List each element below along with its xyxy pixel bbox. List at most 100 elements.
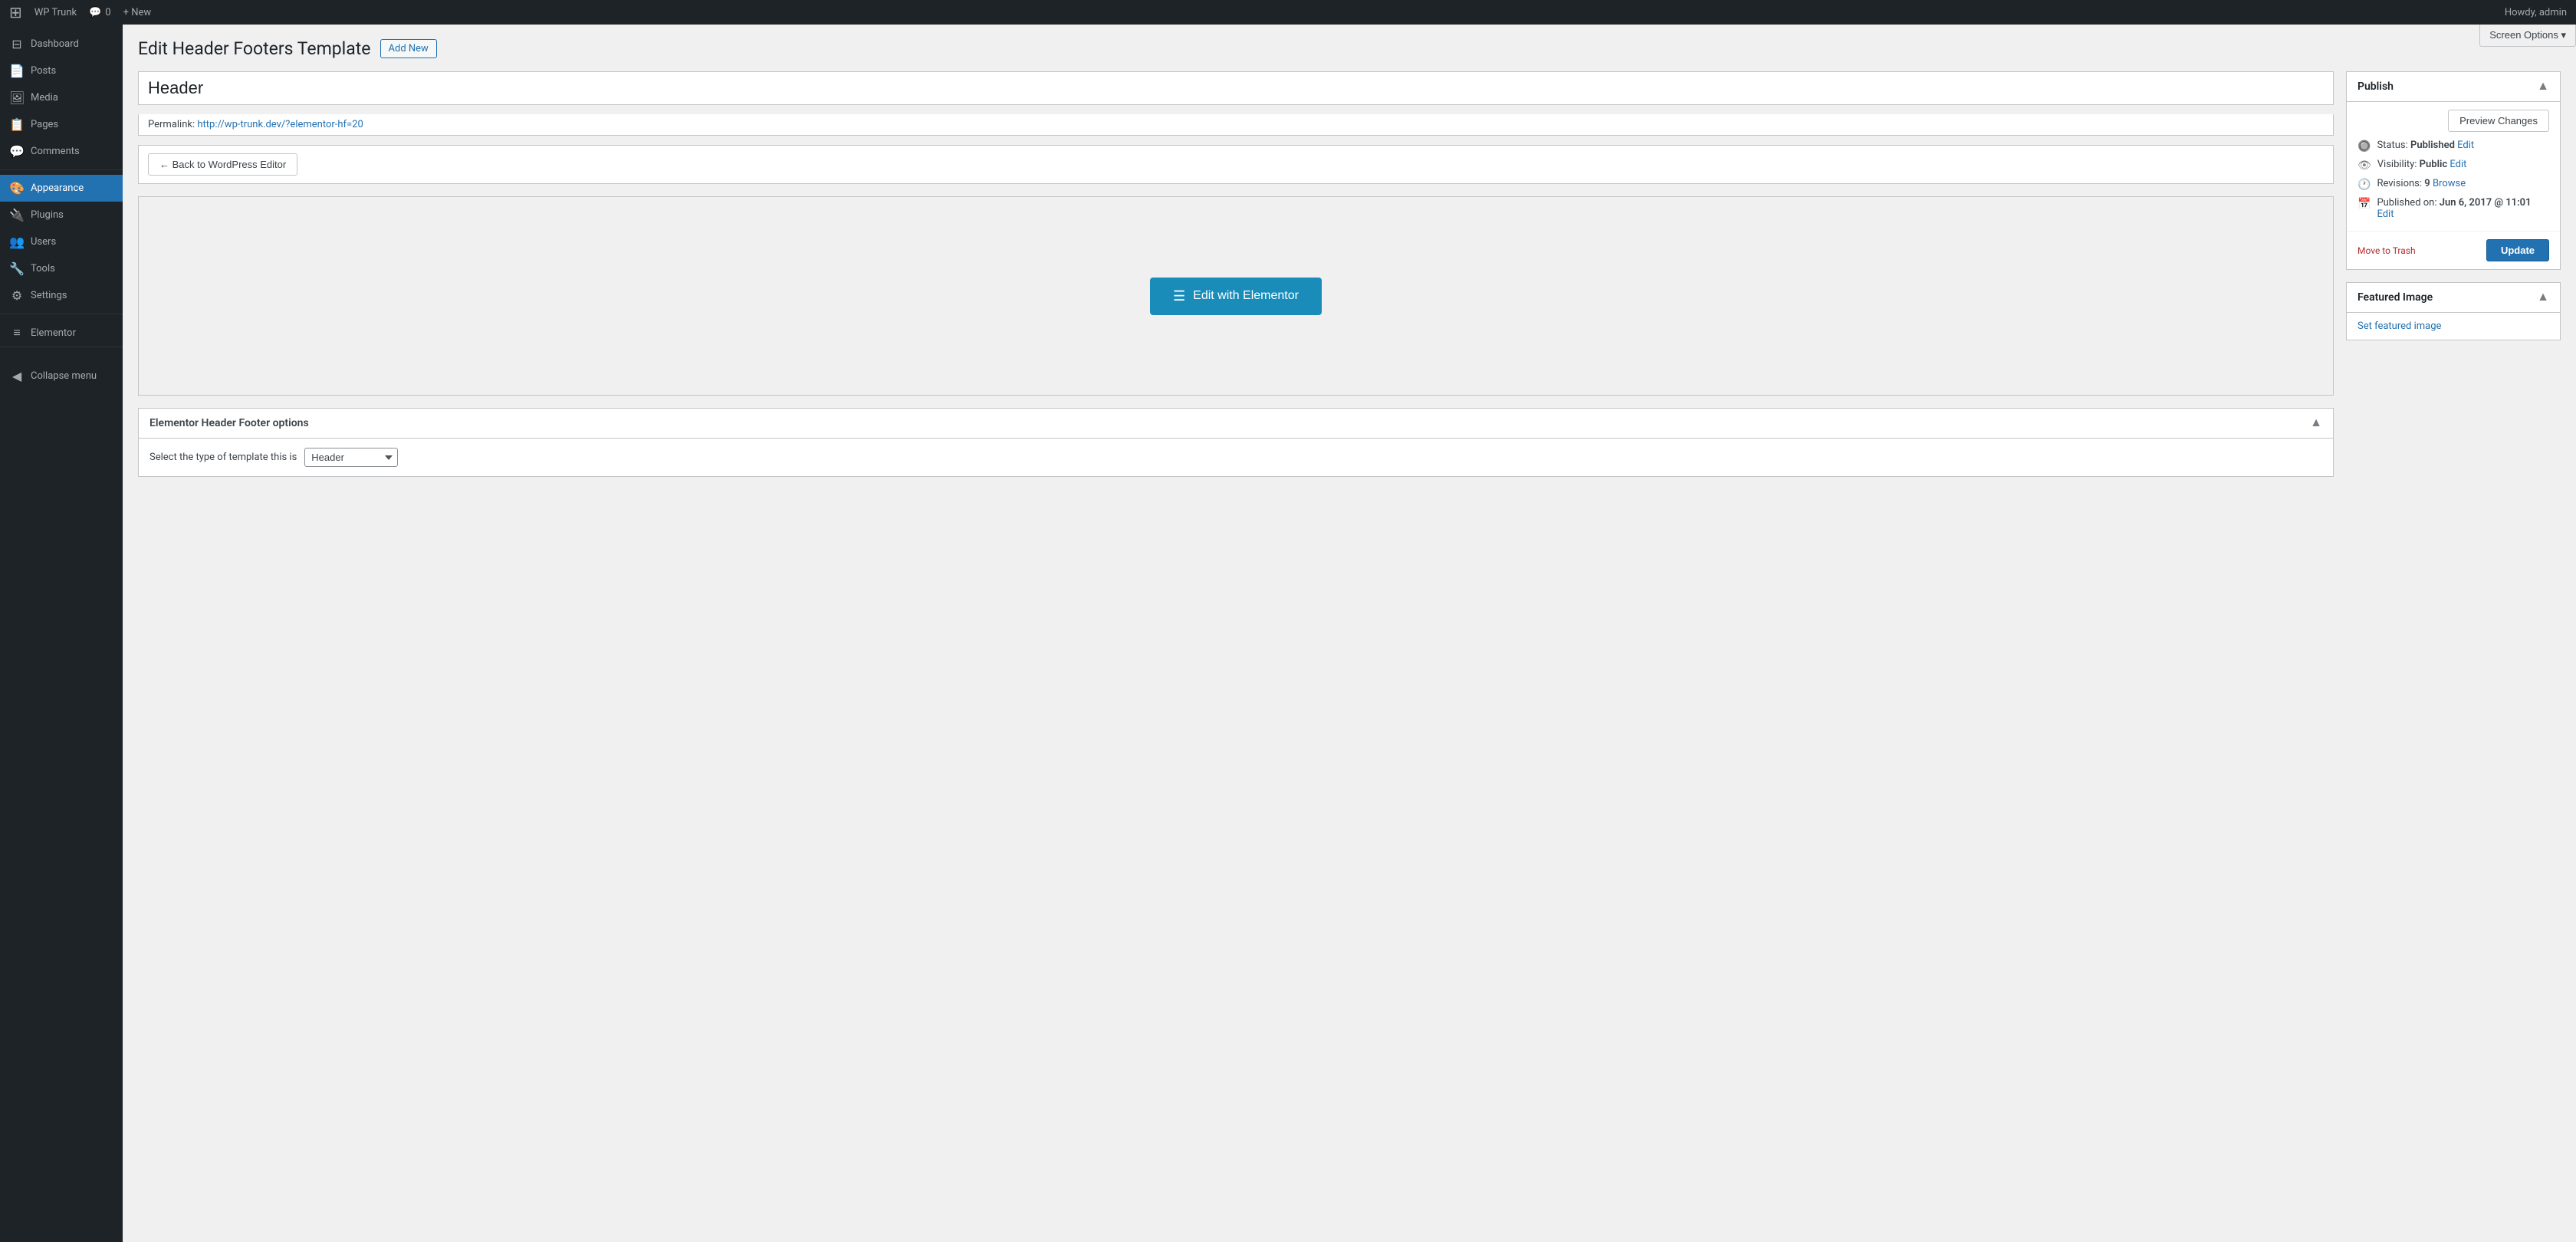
post-body-content: Permalink: http://wp-trunk.dev/?elemento…: [138, 71, 2334, 489]
sidebar-item-label: Plugins: [31, 209, 64, 221]
adminbar-new[interactable]: + New: [123, 7, 152, 18]
sidebar-item-label: Appearance: [31, 182, 84, 194]
revisions-icon: 🕐: [2358, 179, 2371, 191]
sidebar-item-label: Dashboard: [31, 38, 79, 50]
publish-status-row: 🔘 Status: Published Edit: [2358, 140, 2549, 153]
hf-options-body: Select the type of template this is Head…: [139, 439, 2333, 476]
adminbar-comments[interactable]: 💬 0: [89, 7, 111, 18]
update-button[interactable]: Update: [2486, 239, 2549, 261]
hf-options-header[interactable]: Elementor Header Footer options ▲: [139, 409, 2333, 439]
revisions-value: 9: [2424, 178, 2430, 189]
collapse-menu-label: Collapse menu: [31, 370, 97, 382]
publish-box-title: Publish: [2358, 80, 2394, 93]
sidebar-item-plugins[interactable]: 🔌 Plugins: [0, 202, 123, 228]
published-edit-link[interactable]: Edit: [2377, 209, 2394, 220]
collapse-icon: ◀: [9, 369, 25, 383]
plugins-icon: 🔌: [9, 208, 25, 222]
users-icon: 👥: [9, 235, 25, 249]
edit-with-elementor-button[interactable]: ☰ Edit with Elementor: [1150, 278, 1322, 315]
publish-actions: Preview Changes 🔘 Status: Published Edit: [2347, 102, 2560, 228]
revisions-browse-link[interactable]: Browse: [2433, 178, 2466, 189]
sidebar-item-media[interactable]: 🖼 Media: [0, 84, 123, 111]
elementor-btn-icon: ☰: [1173, 288, 1185, 304]
publish-bottom-bar: Move to Trash Update: [2347, 231, 2560, 269]
publish-box: Publish ▲ Preview Changes 🔘 Status: Publ…: [2346, 71, 2561, 270]
sidebar-item-comments[interactable]: 💬 Comments: [0, 138, 123, 165]
featured-image-title: Featured Image: [2358, 291, 2433, 304]
hf-select-label: Select the type of template this is: [150, 452, 297, 463]
sidebar-item-label: Users: [31, 236, 56, 248]
status-value: Published: [2410, 140, 2455, 151]
settings-icon: ⚙: [9, 288, 25, 303]
status-edit-link[interactable]: Edit: [2457, 140, 2474, 151]
published-value: Jun 6, 2017 @ 11:01: [2440, 197, 2532, 209]
visibility-edit-link[interactable]: Edit: [2450, 159, 2466, 170]
move-to-trash-link[interactable]: Move to Trash: [2358, 245, 2416, 256]
elementor-preview-area: ☰ Edit with Elementor: [138, 196, 2334, 396]
sidebar-item-label: Posts: [31, 65, 56, 77]
publish-visibility-row: 👁 Visibility: Public Edit: [2358, 159, 2549, 172]
preview-changes-button[interactable]: Preview Changes: [2448, 110, 2549, 132]
sidebar-item-dashboard[interactable]: ⊟ Dashboard: [0, 31, 123, 58]
set-featured-image-link[interactable]: Set featured image: [2358, 320, 2441, 332]
status-label: Status:: [2377, 140, 2407, 151]
permalink-link[interactable]: http://wp-trunk.dev/?elementor-hf=20: [197, 119, 363, 130]
posts-icon: 📄: [9, 64, 25, 78]
publish-meta: 🔘 Status: Published Edit 👁 Vi: [2358, 140, 2549, 220]
calendar-icon: 📅: [2358, 198, 2371, 210]
comments-icon: 💬: [9, 144, 25, 159]
visibility-value: Public: [2420, 159, 2447, 170]
hf-options-toggle[interactable]: ▲: [2310, 416, 2322, 430]
featured-image-header: Featured Image ▲: [2347, 283, 2560, 313]
hf-options-box: Elementor Header Footer options ▲ Select…: [138, 408, 2334, 477]
collapse-menu-button[interactable]: ◀ Collapse menu: [0, 363, 123, 389]
back-to-wp-button[interactable]: ← Back to WordPress Editor: [148, 153, 297, 176]
revisions-label: Revisions:: [2377, 178, 2422, 189]
sidebar-item-label: Elementor: [31, 327, 76, 339]
editor-actions-bar: ← Back to WordPress Editor: [138, 145, 2334, 184]
featured-image-toggle[interactable]: ▲: [2537, 291, 2549, 304]
sidebar-item-label: Pages: [31, 119, 58, 130]
adminbar-howdy: Howdy, admin: [2505, 7, 2567, 18]
pages-icon: 📋: [9, 117, 25, 132]
sidebar-item-users[interactable]: 👥 Users: [0, 228, 123, 255]
publish-revisions-row: 🕐 Revisions: 9 Browse: [2358, 178, 2549, 191]
published-label: Published on:: [2377, 197, 2436, 209]
sidebar-item-label: Comments: [31, 146, 80, 157]
screen-options-button[interactable]: Screen Options ▾: [2479, 25, 2576, 47]
permalink-box: Permalink: http://wp-trunk.dev/?elemento…: [138, 114, 2334, 136]
sidebar-item-settings[interactable]: ⚙ Settings: [0, 282, 123, 309]
publish-box-toggle[interactable]: ▲: [2537, 80, 2549, 94]
page-title: Edit Header Footers Template: [138, 38, 371, 59]
post-title-input[interactable]: [148, 78, 2324, 98]
edit-with-elementor-label: Edit with Elementor: [1193, 289, 1299, 303]
featured-image-box: Featured Image ▲ Set featured image: [2346, 282, 2561, 340]
appearance-icon: 🎨: [9, 181, 25, 196]
visibility-icon: 👁: [2358, 159, 2371, 172]
sidebar-item-pages[interactable]: 📋 Pages: [0, 111, 123, 138]
template-type-select[interactable]: Header Footer Before Content After Conte…: [304, 448, 398, 467]
sidebar-item-label: Media: [31, 92, 58, 104]
hf-options-title: Elementor Header Footer options: [150, 417, 309, 429]
sidebar-item-posts[interactable]: 📄 Posts: [0, 58, 123, 84]
status-icon: 🔘: [2358, 140, 2371, 153]
admin-bar: ⊞ WP Trunk 💬 0 + New Howdy, admin: [0, 0, 2576, 25]
publish-date-row: 📅 Published on: Jun 6, 2017 @ 11:01 Edit: [2358, 197, 2549, 220]
post-sidebar: Publish ▲ Preview Changes 🔘 Status: Publ…: [2346, 71, 2561, 489]
sidebar-item-label: Settings: [31, 290, 67, 301]
page-title-area: Edit Header Footers Template Add New: [138, 38, 2561, 59]
dashboard-icon: ⊟: [9, 37, 25, 51]
sidebar-item-elementor[interactable]: ≡ Elementor: [0, 319, 123, 347]
sidebar-item-tools[interactable]: 🔧 Tools: [0, 255, 123, 282]
sidebar-item-appearance[interactable]: 🎨 Appearance: [0, 175, 123, 202]
publish-box-header: Publish ▲: [2347, 72, 2560, 102]
screen-options-area: Screen Options ▾: [2479, 25, 2576, 47]
wp-logo-icon[interactable]: ⊞: [9, 3, 22, 21]
permalink-label: Permalink:: [148, 119, 195, 130]
featured-image-body: Set featured image: [2347, 313, 2560, 340]
sidebar-item-label: Tools: [31, 263, 55, 274]
adminbar-site-name[interactable]: WP Trunk: [34, 7, 77, 18]
add-new-button[interactable]: Add New: [380, 39, 437, 58]
tools-icon: 🔧: [9, 261, 25, 276]
post-title-box: [138, 71, 2334, 105]
